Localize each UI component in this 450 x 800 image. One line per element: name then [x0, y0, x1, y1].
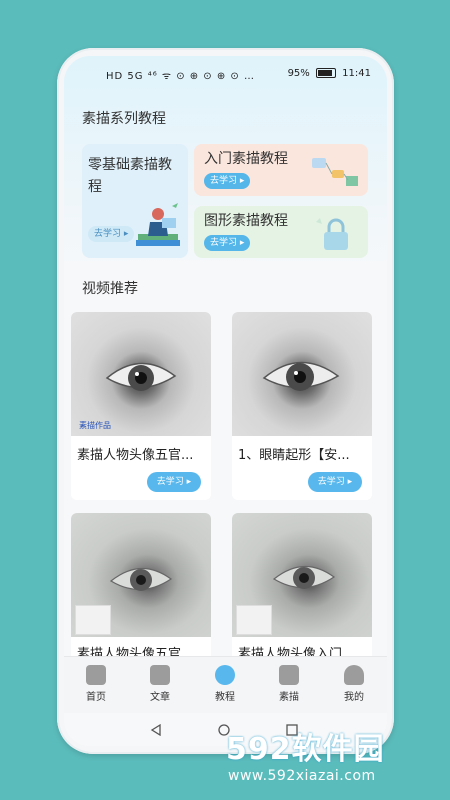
nav-item-profile[interactable]: 我的: [334, 665, 374, 703]
video-section-title: 视频推荐: [82, 281, 138, 297]
learn-button[interactable]: 去学习 ▸: [308, 472, 362, 492]
back-icon[interactable]: [150, 724, 162, 736]
eye-drawing-icon: [262, 361, 340, 391]
status-bar: HD 5G ⁴⁶ ᯤ ⊙ ⊕ ⊙ ⊕ ⊙ … 95% 11:41: [64, 66, 387, 86]
series-section-title: 素描系列教程: [82, 111, 166, 127]
pencil-icon: [279, 665, 299, 685]
series-card-title: 图形素描教程: [204, 213, 288, 229]
app-screen: HD 5G ⁴⁶ ᯤ ⊙ ⊕ ⊙ ⊕ ⊙ … 95% 11:41 素描系列教程 …: [64, 56, 387, 746]
lock-icon: [316, 218, 348, 250]
series-card-title: 入门素描教程: [204, 151, 288, 167]
bottom-navigation: 首页 文章 教程 素描 我的: [64, 656, 387, 713]
profile-icon: [344, 665, 364, 685]
learn-button[interactable]: 去学习 ▸: [204, 173, 251, 189]
eye-drawing-icon: [272, 565, 336, 589]
reference-image: [236, 605, 272, 635]
reading-illustration-icon: [136, 203, 180, 246]
home-icon: [86, 665, 106, 685]
series-card-shapes[interactable]: 图形素描教程 去学习 ▸: [194, 206, 368, 258]
nav-label: 教程: [215, 692, 235, 703]
battery-percent: 95%: [287, 68, 310, 79]
nav-label: 素描: [279, 692, 299, 703]
series-card-title: 零基础素描教程: [88, 157, 172, 195]
status-right: 95% 11:41: [288, 68, 371, 79]
nav-item-sketch[interactable]: 素描: [269, 665, 309, 703]
watermark-url: www.592xiazai.com: [228, 768, 376, 784]
status-icons: HD 5G ⁴⁶ ᯤ ⊙ ⊕ ⊙ ⊕ ⊙ …: [106, 71, 255, 82]
article-icon: [150, 665, 170, 685]
reference-image: [75, 605, 111, 635]
nav-label: 首页: [86, 692, 106, 703]
nav-item-home[interactable]: 首页: [76, 665, 116, 703]
series-card-beginner-zero[interactable]: 零基础素描教程 去学习 ▸: [82, 144, 188, 258]
flowchart-icon: [312, 158, 358, 186]
video-card[interactable]: 素描作品 素描人物头像五官... 去学习 ▸: [71, 312, 211, 500]
nav-item-tutorials[interactable]: 教程: [205, 665, 245, 703]
watermark: 592软件园 www.592xiazai.com: [220, 724, 450, 800]
clock: 11:41: [342, 68, 371, 79]
battery-icon: [315, 68, 336, 78]
signature-text: 素描作品: [79, 421, 111, 430]
learn-button[interactable]: 去学习 ▸: [147, 472, 201, 492]
video-title: 素描人物头像五官...: [77, 448, 194, 463]
nav-label: 文章: [150, 692, 170, 703]
eye-drawing-icon: [109, 567, 173, 591]
video-card[interactable]: 1、眼睛起形【安... 去学习 ▸: [232, 312, 372, 500]
video-title: 1、眼睛起形【安...: [238, 448, 350, 463]
learn-button[interactable]: 去学习 ▸: [204, 235, 251, 251]
series-card-intro[interactable]: 入门素描教程 去学习 ▸: [194, 144, 368, 196]
eye-drawing-icon: [105, 362, 177, 391]
play-icon: [215, 665, 235, 685]
nav-label: 我的: [344, 692, 364, 703]
watermark-brand: 592软件园: [226, 732, 385, 767]
nav-item-articles[interactable]: 文章: [140, 665, 180, 703]
learn-button[interactable]: 去学习 ▸: [88, 226, 135, 242]
